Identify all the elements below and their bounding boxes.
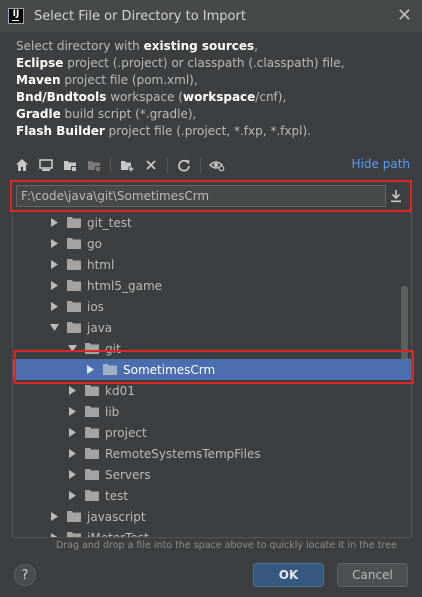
tree-item-label: jMeterTest: [87, 530, 149, 538]
expand-right-icon[interactable]: [49, 218, 59, 228]
window-title: Select File or Directory to Import: [34, 8, 246, 24]
toolbar-separator: [110, 157, 111, 173]
tree-row[interactable]: git: [13, 338, 411, 359]
file-chooser-toolbar: Hide path: [12, 154, 412, 176]
expand-right-icon[interactable]: [49, 260, 59, 270]
tree-item-label: Servers: [105, 467, 151, 482]
new-folder-icon[interactable]: [117, 155, 137, 175]
expand-right-icon[interactable]: [49, 239, 59, 249]
tree-row[interactable]: lib: [13, 401, 411, 422]
folder-icon: [67, 322, 81, 333]
expand-down-icon[interactable]: [67, 344, 77, 354]
tree-row[interactable]: ios: [13, 296, 411, 317]
expand-right-icon[interactable]: [67, 491, 77, 501]
tree-row[interactable]: Servers: [13, 464, 411, 485]
folder-icon: [67, 301, 81, 312]
tree-item-label: lib: [105, 404, 120, 419]
expand-down-icon[interactable]: [49, 323, 59, 333]
tree-row[interactable]: java: [13, 317, 411, 338]
tree-row-selected[interactable]: SometimesCrm: [13, 359, 411, 380]
tree-row[interactable]: git_test: [13, 212, 411, 233]
expand-right-icon[interactable]: [49, 302, 59, 312]
desktop-icon[interactable]: [36, 155, 56, 175]
drag-drop-hint: Drag and drop a file into the space abov…: [56, 540, 397, 551]
cancel-button[interactable]: Cancel: [337, 563, 408, 587]
folder-icon: [85, 406, 99, 417]
path-input[interactable]: [16, 185, 386, 207]
tree-item-label: project: [105, 425, 147, 440]
folder-icon: [85, 469, 99, 480]
download-icon[interactable]: [386, 186, 406, 206]
tree-item-label: html5_game: [87, 278, 163, 293]
tree-row[interactable]: test: [13, 485, 411, 506]
refresh-icon[interactable]: [174, 155, 194, 175]
tree-item-label: git_test: [87, 215, 132, 230]
tree-item-label: test: [105, 488, 129, 503]
toolbar-separator: [167, 157, 168, 173]
directory-tree[interactable]: git_testgo html html5_gameios java git Someti…: [12, 212, 412, 538]
hide-path-link[interactable]: Hide path: [352, 157, 410, 171]
tree-item-label: ios: [87, 299, 104, 314]
expand-right-icon[interactable]: [67, 470, 77, 480]
expand-right-icon[interactable]: [67, 428, 77, 438]
folder-icon: [85, 448, 99, 459]
tree-item-label: javascript: [87, 509, 146, 524]
expand-right-icon[interactable]: [49, 533, 59, 537]
folder-icon: [67, 511, 81, 522]
tree-row[interactable]: go: [13, 233, 411, 254]
folder-icon: [85, 343, 99, 354]
import-description: Select directory with existing sources, …: [16, 39, 345, 138]
folder-icon: [67, 259, 81, 270]
folder-icon: [67, 217, 81, 228]
tree-item-label: SometimesCrm: [123, 362, 216, 377]
tree-item-label: kd01: [105, 383, 135, 398]
tree-row[interactable]: html: [13, 254, 411, 275]
path-field-highlight: [10, 180, 412, 212]
folder-icon: [67, 238, 81, 249]
folder-icon: [67, 280, 81, 291]
folder-icon: [103, 364, 117, 375]
tree-item-label: go: [87, 236, 102, 251]
ok-button[interactable]: OK: [253, 563, 324, 587]
expand-right-icon[interactable]: [67, 386, 77, 396]
tree-row[interactable]: jMeterTest: [13, 527, 411, 538]
tree-row[interactable]: html5_game: [13, 275, 411, 296]
folder-icon: [85, 427, 99, 438]
intellij-app-icon: IJ: [8, 8, 24, 24]
expand-right-icon[interactable]: [67, 449, 77, 459]
folder-icon: [85, 490, 99, 501]
help-button[interactable]: ?: [14, 564, 36, 586]
project-folder-icon[interactable]: [60, 155, 80, 175]
tree-item-label: git: [105, 341, 121, 356]
title-bar: IJ Select File or Directory to Import ✕: [0, 0, 422, 32]
tree-row[interactable]: javascript: [13, 506, 411, 527]
tree-item-label: RemoteSystemsTempFiles: [105, 446, 261, 461]
module-folder-icon[interactable]: [84, 155, 104, 175]
home-icon[interactable]: [12, 155, 32, 175]
folder-icon: [67, 532, 81, 537]
delete-icon[interactable]: [141, 155, 161, 175]
tree-row[interactable]: kd01: [13, 380, 411, 401]
toolbar-separator: [200, 157, 201, 173]
folder-icon: [85, 385, 99, 396]
show-hidden-icon[interactable]: [207, 155, 227, 175]
tree-item-label: html: [87, 257, 115, 272]
tree-row[interactable]: RemoteSystemsTempFiles: [13, 443, 411, 464]
tree-row[interactable]: project: [13, 422, 411, 443]
expand-right-icon[interactable]: [85, 365, 95, 375]
expand-right-icon[interactable]: [67, 407, 77, 417]
expand-right-icon[interactable]: [49, 281, 59, 291]
close-button[interactable]: ✕: [397, 6, 412, 26]
tree-item-label: java: [87, 320, 113, 335]
expand-right-icon[interactable]: [49, 512, 59, 522]
